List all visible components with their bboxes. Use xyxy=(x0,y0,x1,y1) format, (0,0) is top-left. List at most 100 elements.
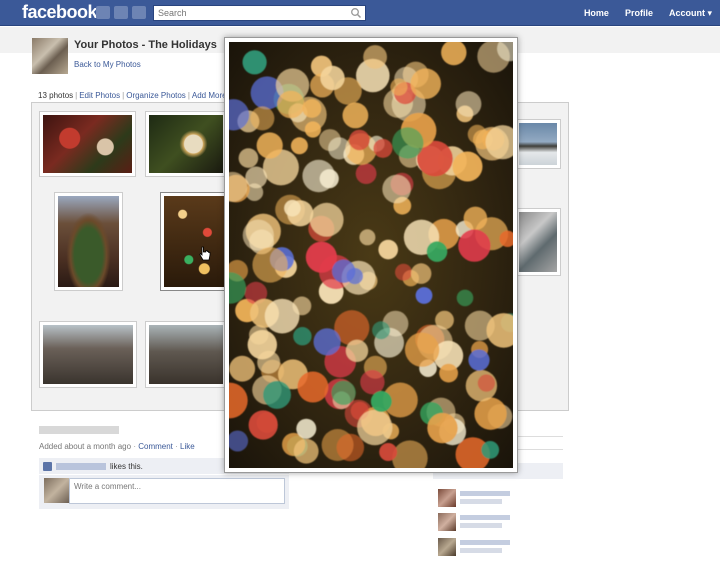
added-info: Added about a month ago · Comment · Like xyxy=(39,442,195,451)
bokeh-light xyxy=(363,45,387,69)
bokeh-light xyxy=(360,369,385,395)
bokeh-light xyxy=(467,124,487,144)
photo-thumbnail[interactable] xyxy=(515,208,561,276)
bokeh-light xyxy=(373,138,393,158)
comment-link[interactable]: Comment xyxy=(138,442,173,451)
bokeh-light xyxy=(320,65,345,91)
bokeh-light xyxy=(395,263,412,281)
bokeh-photo xyxy=(229,42,513,468)
facebook-logo[interactable]: facebook xyxy=(22,2,98,23)
bokeh-light xyxy=(427,412,458,444)
bokeh-light xyxy=(379,443,398,461)
friend-requests-icon[interactable] xyxy=(96,6,110,19)
messages-icon[interactable] xyxy=(114,6,128,19)
nav-profile[interactable]: Profile xyxy=(617,8,661,18)
bokeh-light xyxy=(468,349,490,371)
back-to-photos-link[interactable]: Back to My Photos xyxy=(74,60,141,69)
album-list-item[interactable] xyxy=(438,489,558,509)
liker-name[interactable] xyxy=(56,462,106,470)
bokeh-light xyxy=(331,380,356,405)
bokeh-light xyxy=(342,102,369,129)
bokeh-light xyxy=(439,363,458,383)
photo-thumbnail-selected[interactable] xyxy=(160,192,230,291)
search-input[interactable] xyxy=(154,6,344,20)
bokeh-light xyxy=(458,229,491,262)
bokeh-light xyxy=(250,106,275,131)
bokeh-light xyxy=(370,390,392,412)
bokeh-light xyxy=(252,247,288,283)
comment-avatar xyxy=(44,478,69,503)
bokeh-light xyxy=(290,137,308,155)
nav-account[interactable]: Account ▾ xyxy=(661,8,720,19)
bokeh-light xyxy=(328,137,351,160)
bokeh-light xyxy=(293,327,312,346)
bokeh-light xyxy=(277,90,305,119)
thumbs-up-icon xyxy=(43,461,52,471)
bokeh-light xyxy=(297,371,329,403)
album-list-item[interactable] xyxy=(438,513,558,533)
bokeh-light xyxy=(238,148,259,168)
bokeh-light xyxy=(392,127,424,159)
top-bar: facebook Home Profile Account ▾ xyxy=(0,0,720,26)
bokeh-light xyxy=(410,68,441,99)
bokeh-light xyxy=(332,259,356,283)
bokeh-light xyxy=(455,91,482,117)
top-nav: Home Profile Account ▾ xyxy=(576,0,720,26)
bokeh-light xyxy=(264,298,300,334)
search-box xyxy=(153,5,366,21)
bokeh-light xyxy=(313,328,341,356)
bokeh-light xyxy=(477,374,496,392)
bokeh-light xyxy=(474,397,507,430)
bokeh-light xyxy=(302,159,335,193)
bokeh-light xyxy=(245,166,268,189)
bokeh-light xyxy=(390,78,408,96)
photo-thumbnail[interactable] xyxy=(515,119,561,169)
bokeh-light xyxy=(382,174,411,204)
bokeh-light xyxy=(463,206,488,231)
photo-thumbnail[interactable] xyxy=(145,321,227,388)
album-owner-name[interactable] xyxy=(39,426,119,434)
bokeh-light xyxy=(336,433,365,462)
bokeh-light xyxy=(242,50,267,75)
bokeh-light xyxy=(410,263,432,284)
bokeh-light xyxy=(284,199,301,217)
photo-thumbnail[interactable] xyxy=(39,111,136,177)
photo-thumbnail[interactable] xyxy=(145,111,227,177)
bokeh-light xyxy=(404,332,440,367)
added-time: Added about a month ago xyxy=(39,442,132,451)
bokeh-light xyxy=(357,409,393,446)
photo-preview-popup[interactable] xyxy=(224,37,518,473)
notification-jewels xyxy=(96,6,146,19)
bokeh-light xyxy=(309,202,344,237)
bokeh-light xyxy=(345,339,369,362)
page-title: Your Photos - The Holidays xyxy=(74,39,217,51)
bokeh-light xyxy=(456,289,474,307)
bokeh-light xyxy=(263,380,291,409)
comment-input[interactable]: Write a comment... xyxy=(69,478,285,504)
bokeh-light xyxy=(481,441,500,459)
photo-thumbnail[interactable] xyxy=(39,321,137,388)
bokeh-light xyxy=(256,412,278,433)
hand-cursor-icon xyxy=(199,246,211,261)
organize-photos-link[interactable]: Organize Photos xyxy=(126,91,186,100)
avatar[interactable] xyxy=(32,38,68,74)
bokeh-light xyxy=(452,151,483,182)
edit-photos-link[interactable]: Edit Photos xyxy=(79,91,120,100)
bokeh-light xyxy=(229,355,256,382)
bokeh-light xyxy=(296,418,317,439)
notifications-icon[interactable] xyxy=(132,6,146,19)
bokeh-light xyxy=(304,121,321,138)
search-icon[interactable] xyxy=(350,7,362,19)
nav-home[interactable]: Home xyxy=(576,8,617,18)
album-actions: 13 photos | Edit Photos | Organize Photos | Ad… xyxy=(38,91,235,100)
bokeh-light xyxy=(305,241,337,273)
like-link[interactable]: Like xyxy=(180,442,195,451)
bokeh-light xyxy=(302,99,322,118)
bokeh-light xyxy=(256,132,283,159)
photo-thumbnail[interactable] xyxy=(54,192,123,291)
bokeh-light xyxy=(359,229,376,246)
album-list-item[interactable] xyxy=(438,538,558,558)
bokeh-light xyxy=(378,239,398,260)
bokeh-light xyxy=(349,129,370,151)
bokeh-light xyxy=(257,350,281,374)
